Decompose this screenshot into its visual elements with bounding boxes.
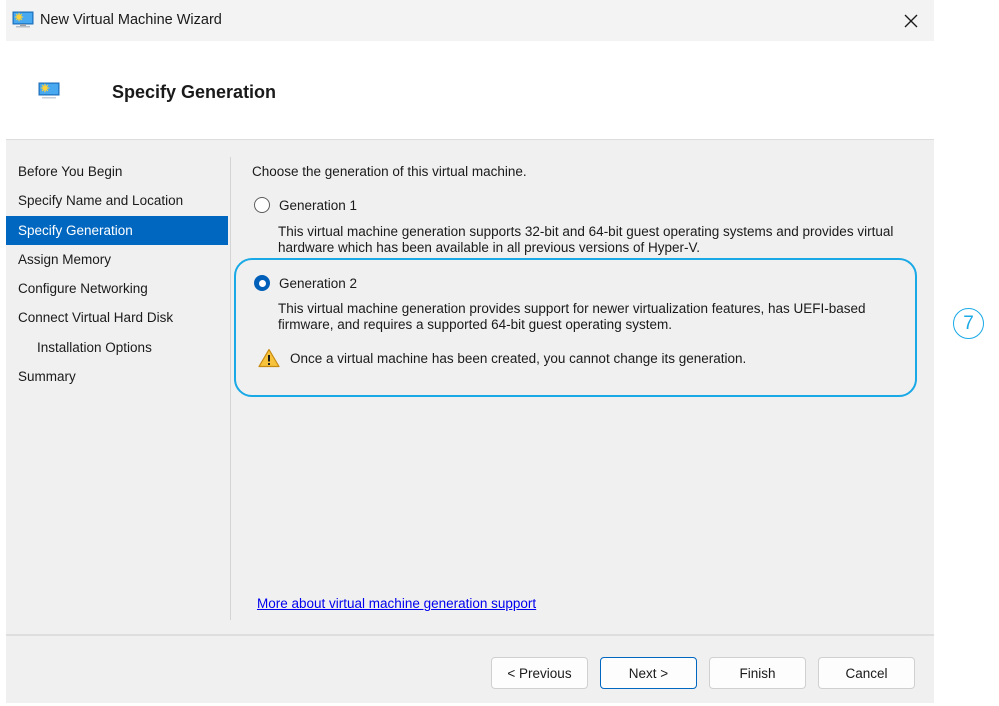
radio-checked-icon[interactable] (254, 275, 270, 291)
window-title: New Virtual Machine Wizard (40, 12, 222, 28)
wizard-window: New Virtual Machine Wizard Specify Gener… (6, 0, 934, 703)
finish-button[interactable]: Finish (709, 657, 806, 689)
virtual-machine-icon (12, 11, 34, 28)
nav-item-before-you-begin[interactable]: Before You Begin (6, 157, 228, 186)
nav-item-specify-generation[interactable]: Specify Generation (6, 215, 228, 245)
footer-separator (6, 634, 934, 636)
wizard-header: Specify Generation (6, 41, 934, 140)
nav-item-installation-options[interactable]: Installation Options (6, 333, 228, 362)
wizard-steps-nav: Before You Begin Specify Name and Locati… (6, 157, 228, 391)
generation-1-radio[interactable]: Generation 1 (254, 197, 357, 213)
more-about-generation-link[interactable]: More about virtual machine generation su… (257, 596, 536, 611)
warning-text: Once a virtual machine has been created,… (290, 350, 747, 366)
intro-text: Choose the generation of this virtual ma… (252, 164, 527, 179)
warning-icon (258, 348, 280, 368)
nav-divider (230, 157, 231, 620)
close-icon (904, 14, 918, 27)
cancel-button[interactable]: Cancel (818, 657, 915, 689)
previous-button[interactable]: < Previous (491, 657, 588, 689)
next-button[interactable]: Next > (600, 657, 697, 689)
virtual-machine-icon (38, 82, 60, 99)
page-title: Specify Generation (112, 82, 277, 102)
nav-item-assign-memory[interactable]: Assign Memory (6, 245, 228, 274)
generation-1-label: Generation 1 (279, 197, 358, 213)
title-bar: New Virtual Machine Wizard (6, 0, 934, 41)
generation-2-label: Generation 2 (279, 275, 358, 291)
step-callout-badge: 7 (953, 308, 984, 339)
radio-unchecked-icon[interactable] (254, 197, 270, 213)
generation-2-description: This virtual machine generation provides… (278, 301, 866, 332)
nav-item-summary[interactable]: Summary (6, 362, 228, 391)
generation-warning: Once a virtual machine has been created,… (258, 348, 746, 368)
generation-1-description: This virtual machine generation supports… (278, 224, 894, 255)
nav-item-configure-networking[interactable]: Configure Networking (6, 274, 228, 303)
generation-2-radio[interactable]: Generation 2 (254, 275, 357, 291)
nav-item-connect-virtual-hard-disk[interactable]: Connect Virtual Hard Disk (6, 303, 228, 332)
nav-item-specify-name-and-location[interactable]: Specify Name and Location (6, 186, 228, 215)
close-button[interactable] (888, 0, 934, 41)
